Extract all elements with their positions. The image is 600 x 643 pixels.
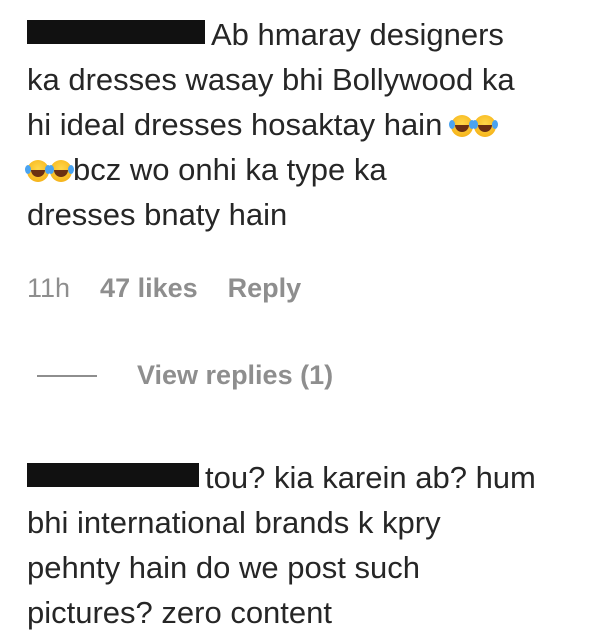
redacted-username [27,20,205,44]
likes-count-button[interactable]: 47 likes [100,273,198,304]
comment-text-line: Ab hmaray designers [211,17,504,52]
view-replies-label: View replies (1) [137,360,334,390]
comment-item: tou? kia karein ab? hum bhi international… [27,455,593,635]
comment-text-line: hi ideal dresses hosaktay hain [27,107,443,142]
comment-text-line: bcz wo onhi ka type ka [73,152,387,187]
face-with-tears-of-joy-icon [48,160,72,182]
comment-timestamp: 11h [27,273,71,303]
redacted-username [27,463,199,487]
comment-item: Ab hmaray designers ka dresses wasay bhi … [25,12,593,237]
face-with-tears-of-joy-icon [448,115,473,137]
face-with-tears-of-joy-icon [25,160,49,182]
view-replies-button[interactable]: View replies (1) [37,360,333,391]
comment-text-line: ka dresses wasay bhi Bollywood ka [27,62,515,97]
comment-meta: 11h 47 likes Reply [27,273,301,304]
replies-divider [37,374,97,377]
comment-text-line: bhi international brands k kpry [27,505,441,540]
comment-text-line: pictures? zero content [27,595,333,630]
reply-button[interactable]: Reply [228,273,302,304]
comment-text-line: dresses bnaty hain [27,197,288,232]
comment-text-line: tou? kia karein ab? hum [205,460,536,495]
comment-text: tou? kia karein ab? hum bhi international… [27,455,593,635]
face-with-tears-of-joy-icon [471,115,496,137]
comment-text: Ab hmaray designers ka dresses wasay bhi … [25,12,593,237]
comment-text-line: pehnty hain do we post such [27,550,420,585]
